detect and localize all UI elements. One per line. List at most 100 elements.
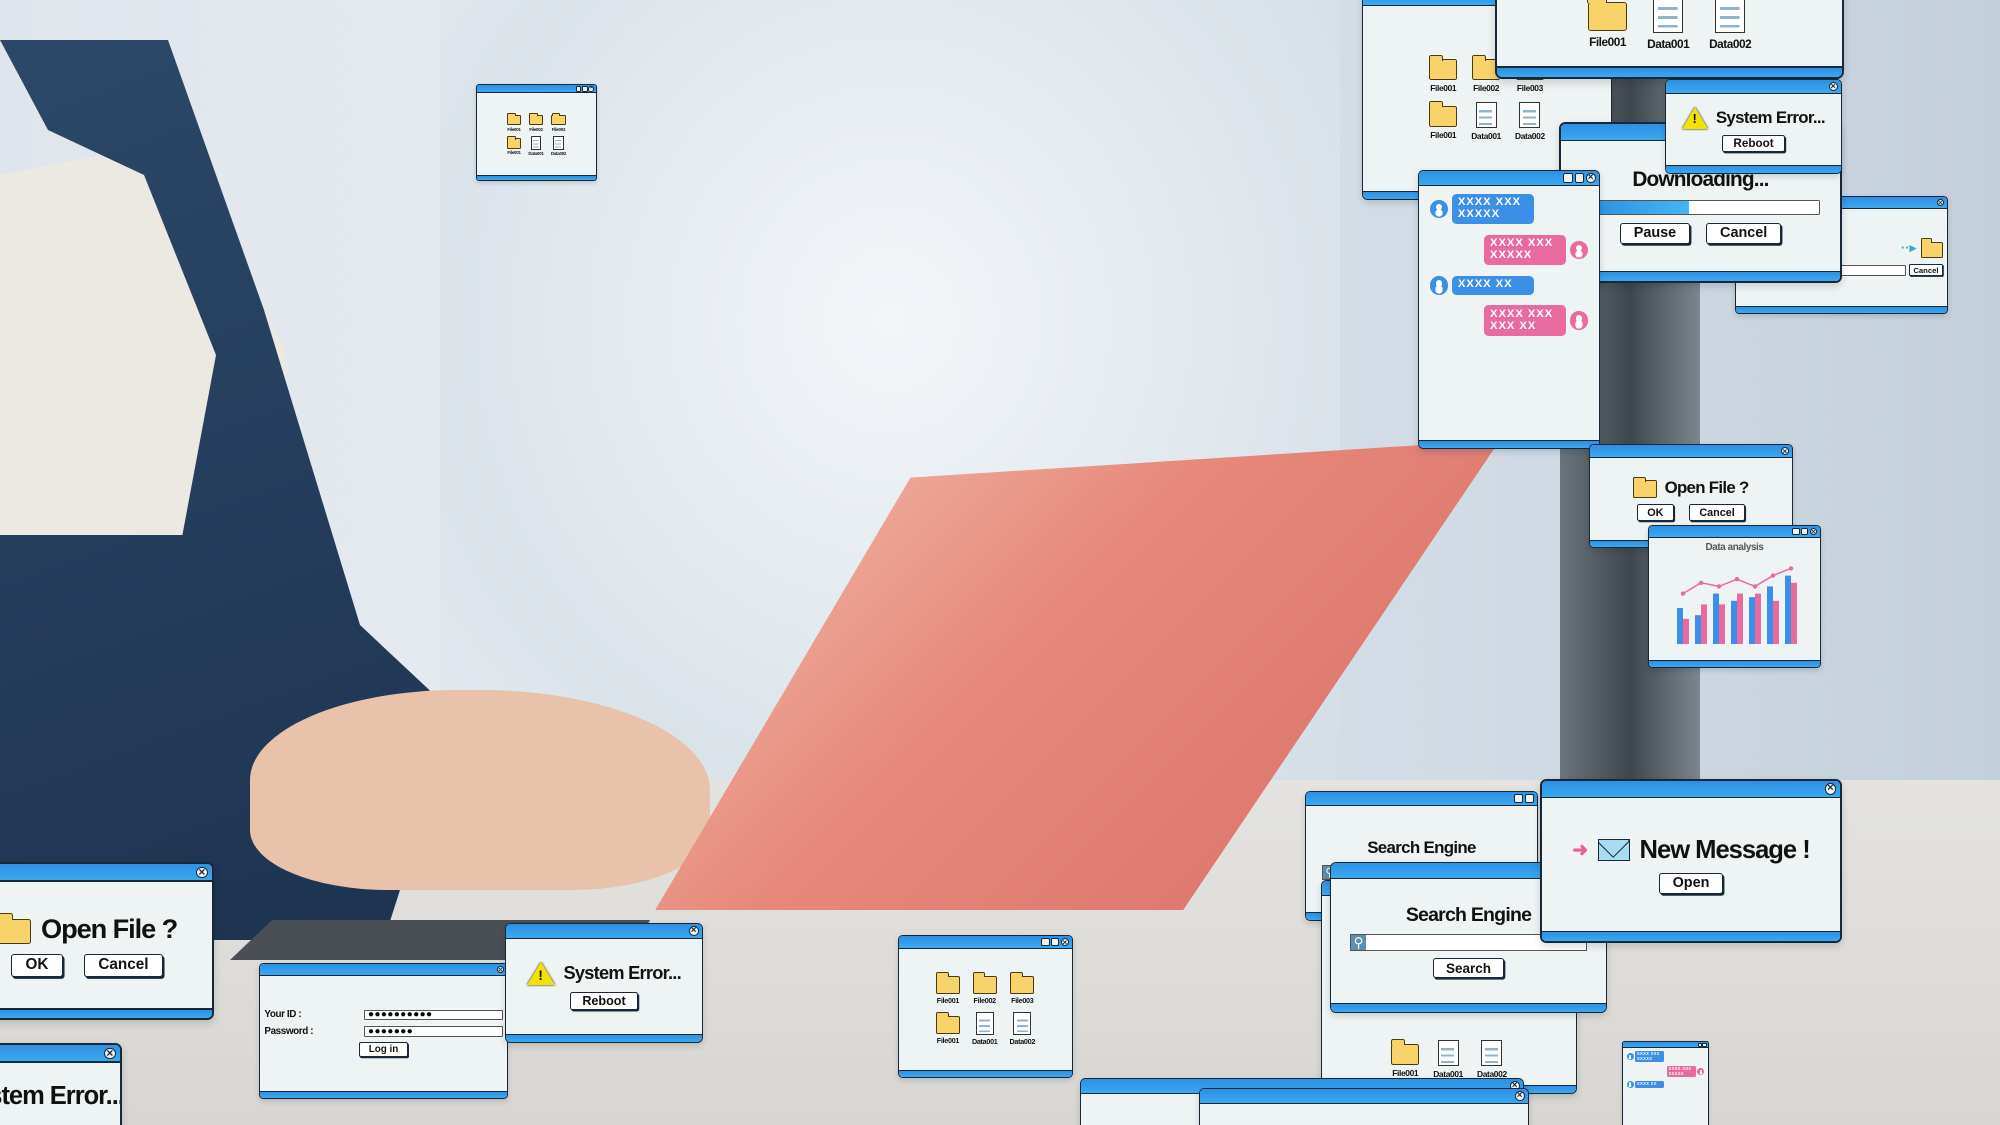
ok-button[interactable]: OK (10, 953, 64, 977)
alert-row: Open File ? (1633, 476, 1750, 499)
close-icon[interactable] (195, 866, 208, 879)
window-button-icon[interactable] (1792, 527, 1800, 536)
search-button[interactable]: Search (1432, 958, 1505, 979)
window-button-icon[interactable] (1514, 793, 1524, 804)
alert-message: System Error... (1715, 107, 1826, 127)
close-icon[interactable] (1936, 198, 1945, 207)
close-icon[interactable] (688, 926, 699, 936)
file-item[interactable]: File003 (1010, 971, 1035, 1005)
cancel-button[interactable]: Cancel (83, 953, 164, 977)
folder-icon (1010, 971, 1035, 994)
alert-message: Open File ? (1664, 477, 1750, 497)
button-row: Reboot (569, 991, 639, 1011)
document-icon (553, 136, 564, 150)
file-item[interactable]: File002 (528, 112, 544, 132)
cancel-button[interactable]: Cancel (1909, 263, 1943, 277)
file-item[interactable]: Data001 (1471, 101, 1501, 141)
ok-button[interactable]: OK (1636, 504, 1675, 521)
chat-bubble: XXXX XX (1452, 275, 1534, 295)
transfer-arrow-icon: ··▸ (1900, 240, 1917, 256)
open-file-window-left: Open File ? OK Cancel (0, 862, 214, 1020)
button-button[interactable]: Reboot (569, 991, 639, 1011)
file-item[interactable]: Data001 (1647, 0, 1690, 52)
window-button-icon[interactable] (1702, 1042, 1707, 1048)
field-label: Password : (264, 1025, 314, 1037)
file-item[interactable]: Data002 (1709, 0, 1752, 51)
search-title: Search Engine (1367, 838, 1476, 858)
close-icon[interactable] (103, 1047, 116, 1060)
close-icon[interactable] (588, 86, 594, 92)
file-item[interactable]: File001 (506, 112, 522, 132)
bar-pink (1718, 604, 1725, 645)
user-avatar-icon (1697, 1068, 1705, 1075)
window-button-icon[interactable] (1563, 173, 1574, 183)
file-item[interactable]: File001 (1428, 101, 1458, 141)
file-window-small: File001 File002 File003 File001 Data001 Data0… (476, 84, 597, 181)
window-button-icon[interactable] (582, 86, 588, 92)
file-item[interactable]: File001 (506, 136, 522, 156)
close-icon[interactable] (1824, 783, 1836, 795)
window-bottom-bar (0, 1007, 212, 1018)
file-item[interactable]: File001 (935, 1011, 960, 1046)
file-item[interactable]: Data002 (1477, 1039, 1507, 1079)
file-item[interactable]: Data001 (972, 1012, 998, 1046)
chat-message: XXXX XXX XXXXX (1430, 234, 1589, 266)
file-label: Data002 (1009, 1037, 1036, 1047)
bar-blue (1766, 586, 1773, 645)
user-avatar-icon (1626, 1053, 1634, 1061)
user-avatar-icon (1569, 311, 1589, 330)
document-icon (1437, 1039, 1459, 1067)
file-item[interactable]: File001 (1428, 54, 1458, 93)
warning-icon (1682, 106, 1709, 129)
close-icon[interactable] (1585, 173, 1596, 183)
file-label: File001 (936, 1036, 960, 1046)
trend-point (1716, 584, 1721, 590)
file-item[interactable]: Data002 (551, 136, 566, 156)
window-button-icon[interactable] (1800, 527, 1809, 536)
window-controls (1780, 446, 1789, 456)
file-item[interactable]: Data002 (1009, 1012, 1036, 1047)
bar-pink (1790, 583, 1797, 645)
password-field[interactable]: ●●●●●●● (364, 1026, 503, 1037)
button-button[interactable]: Reboot (1721, 135, 1786, 153)
alert-message: System Error... (563, 962, 681, 983)
file-item[interactable]: File001 (1586, 0, 1628, 51)
file-item[interactable]: Data001 (1433, 1039, 1463, 1079)
window-bottom-bar (260, 1091, 507, 1098)
file-item[interactable]: File001 (935, 971, 960, 1005)
file-item[interactable]: Data002 (1515, 101, 1545, 141)
pause-button[interactable]: Pause (1619, 222, 1691, 244)
window-body: XXXX XXX XXXXX XXXX XXX XXXXX XXXX XX (1623, 1048, 1708, 1125)
file-item[interactable]: File003 (551, 112, 566, 132)
user-id-field[interactable]: ●●●●●●●●●● (364, 1009, 503, 1021)
window-body: System Error... Reboot (1666, 94, 1841, 166)
close-icon[interactable] (1828, 81, 1838, 92)
chat-message: XXXX XXX XXXXX (1627, 1066, 1705, 1077)
file-label: File003 (1011, 996, 1034, 1005)
file-item[interactable]: File002 (972, 971, 997, 1005)
window-button-icon[interactable] (1524, 793, 1534, 804)
close-icon[interactable] (1809, 527, 1818, 536)
window-button-icon[interactable] (1574, 173, 1585, 183)
login-button[interactable]: Log in (358, 1042, 409, 1058)
window-button-icon[interactable] (1051, 937, 1060, 947)
window-bottom-bar (1497, 66, 1842, 77)
title-bar (1649, 526, 1820, 538)
close-icon[interactable] (1514, 1091, 1525, 1101)
login-row: Your ID : ●●●●●●●●●● (264, 1009, 503, 1021)
close-icon[interactable] (1780, 446, 1789, 456)
file-item[interactable]: Data001 (528, 136, 544, 156)
close-icon[interactable] (496, 965, 505, 974)
window-body: Your ID : ●●●●●●●●●● Password : ●●●●●●● Log … (260, 976, 507, 1092)
button-button[interactable]: Open (1658, 872, 1724, 894)
cancel-button[interactable]: Cancel (1688, 504, 1746, 521)
close-icon[interactable] (1060, 937, 1069, 947)
window-button-icon[interactable] (1041, 937, 1050, 947)
file-label: Data001 (1647, 37, 1690, 52)
cancel-button[interactable]: Cancel (1706, 222, 1782, 244)
window-controls (1563, 173, 1596, 183)
window-button-icon[interactable] (1697, 1042, 1702, 1048)
window-button-icon[interactable] (575, 86, 582, 92)
file-item[interactable]: File001 (1390, 1039, 1420, 1079)
folder-icon (1633, 476, 1658, 499)
